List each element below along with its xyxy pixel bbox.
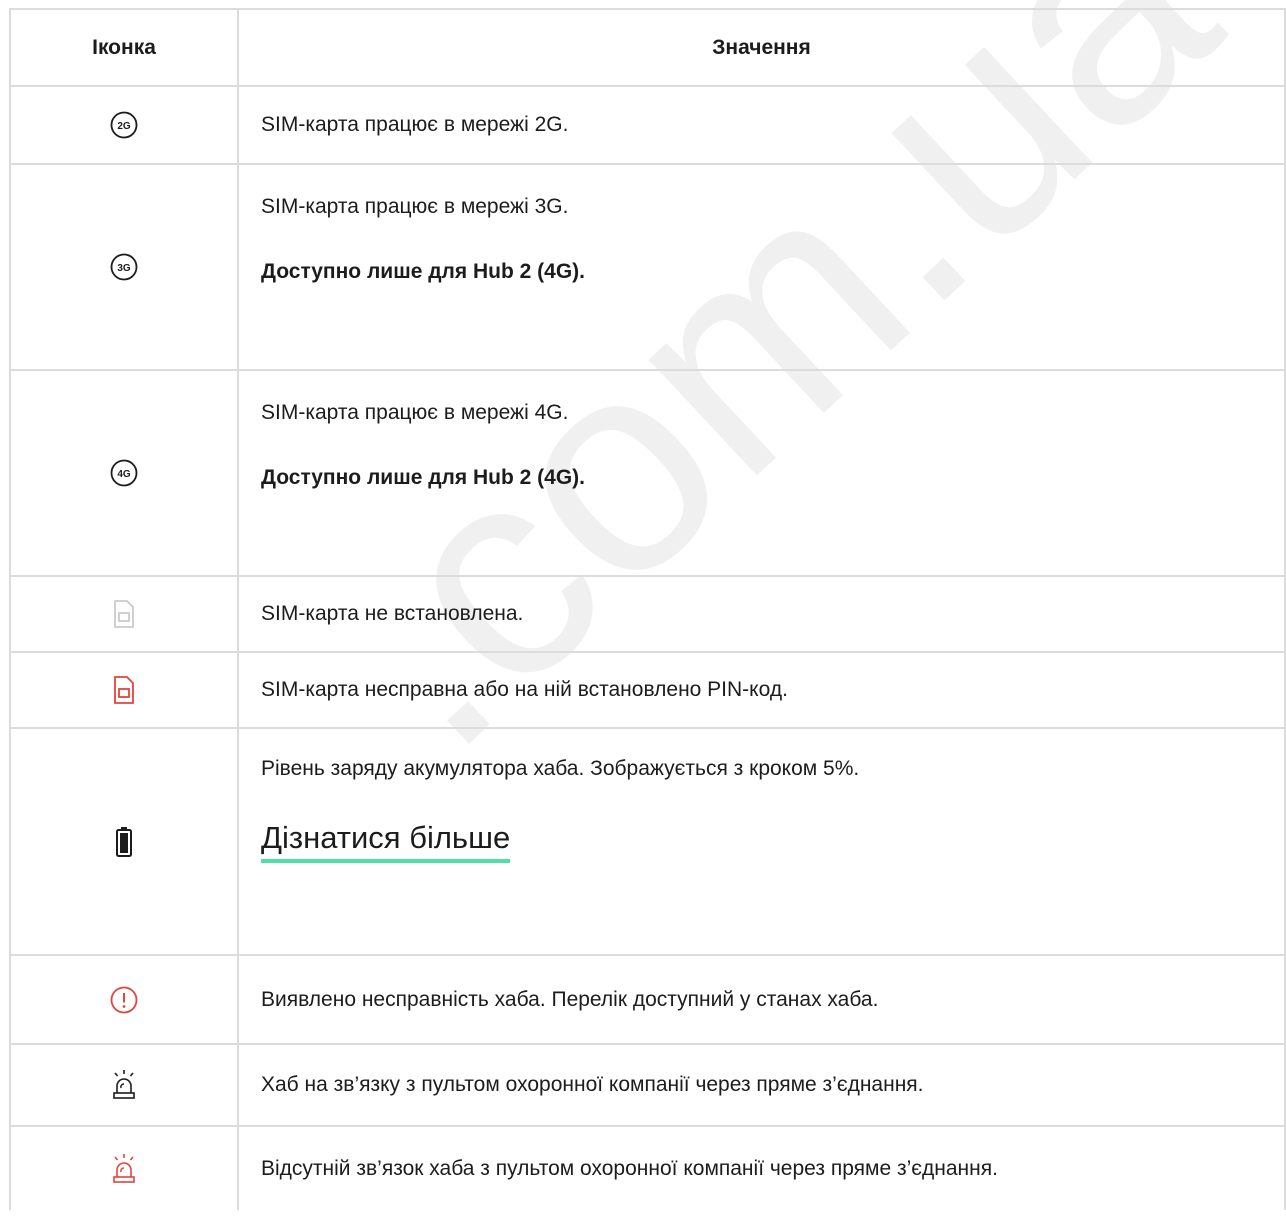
meaning-text: SIM-карта несправна або на ній встановле… <box>261 678 788 701</box>
icon-cell <box>9 575 239 653</box>
battery-icon <box>116 826 132 857</box>
learn-more-link[interactable]: Дізнатися більше <box>261 819 511 863</box>
table-row: 3G SIM-карта працює в мережі 3G. Доступн… <box>9 163 1286 371</box>
meaning-cell: SIM-карта несправна або на ній встановле… <box>237 651 1286 729</box>
meaning-cell: Виявлено несправність хаба. Перелік дост… <box>237 954 1286 1045</box>
icon-cell <box>9 1125 239 1210</box>
svg-text:2G: 2G <box>117 121 131 132</box>
sim-absent-icon <box>114 600 134 628</box>
icon-cell: 4G <box>9 369 239 577</box>
availability-note: Доступно лише для Hub 2 (4G). <box>261 466 585 489</box>
header-icon: Іконка <box>9 8 239 87</box>
meaning-cell: SIM-карта працює в мережі 3G. Доступно л… <box>237 163 1286 371</box>
siren-lost-icon <box>113 1153 135 1183</box>
network-4g-icon: 4G <box>110 459 138 487</box>
table-row: Рівень заряду акумулятора хаба. Зображує… <box>9 727 1286 956</box>
sim-error-icon <box>114 676 134 704</box>
table-row: 2G SIM-карта працює в мережі 2G. <box>9 85 1286 165</box>
meaning-cell: Хаб на зв’язку з пультом охоронної компа… <box>237 1043 1286 1127</box>
meaning-cell: Рівень заряду акумулятора хаба. Зображує… <box>237 727 1286 956</box>
header-meaning: Значення <box>237 8 1286 87</box>
meaning-cell: SIM-карта працює в мережі 4G. Доступно л… <box>237 369 1286 577</box>
meaning-text: Відсутній зв’язок хаба з пультом охоронн… <box>261 1156 998 1180</box>
meaning-text: SIM-карта не встановлена. <box>261 602 524 625</box>
icon-cell: 3G <box>9 163 239 371</box>
table-row: 4G SIM-карта працює в мережі 4G. Доступн… <box>9 369 1286 577</box>
table-row: Хаб на зв’язку з пультом охоронної компа… <box>9 1043 1286 1127</box>
network-2g-icon: 2G <box>110 111 138 139</box>
table-row: SIM-карта не встановлена. <box>9 575 1286 653</box>
icon-cell <box>9 727 239 956</box>
meaning-cell: SIM-карта не встановлена. <box>237 575 1286 653</box>
meaning-text: Виявлено несправність хаба. Перелік дост… <box>261 987 879 1011</box>
meaning-cell: SIM-карта працює в мережі 2G. <box>237 85 1286 165</box>
icon-cell: 2G <box>9 85 239 165</box>
meaning-text: Хаб на зв’язку з пультом охоронної компа… <box>261 1073 924 1096</box>
malfunction-icon <box>110 986 138 1013</box>
table-row: Відсутній зв’язок хаба з пультом охоронн… <box>9 1125 1286 1210</box>
network-3g-icon: 3G <box>110 253 138 281</box>
table-row: SIM-карта несправна або на ній встановле… <box>9 651 1286 729</box>
icon-cell <box>9 1043 239 1127</box>
table-header-row: Іконка Значення <box>9 8 1286 87</box>
icon-cell <box>9 651 239 729</box>
meaning-text: SIM-карта працює в мережі 3G. <box>261 195 569 218</box>
table-row: Виявлено несправність хаба. Перелік дост… <box>9 954 1286 1045</box>
svg-text:4G: 4G <box>117 469 131 480</box>
meaning-cell: Відсутній зв’язок хаба з пультом охоронн… <box>237 1125 1286 1210</box>
icon-cell <box>9 954 239 1045</box>
svg-text:3G: 3G <box>117 263 131 274</box>
meaning-text: Рівень заряду акумулятора хаба. Зображує… <box>261 757 860 780</box>
siren-ok-icon <box>113 1070 135 1099</box>
icons-table: Іконка Значення 2G SIM-карта працює в ме… <box>9 8 1286 1210</box>
availability-note: Доступно лише для Hub 2 (4G). <box>261 260 585 283</box>
meaning-text: SIM-карта працює в мережі 4G. <box>261 401 569 424</box>
meaning-text: SIM-карта працює в мережі 2G. <box>261 113 569 136</box>
